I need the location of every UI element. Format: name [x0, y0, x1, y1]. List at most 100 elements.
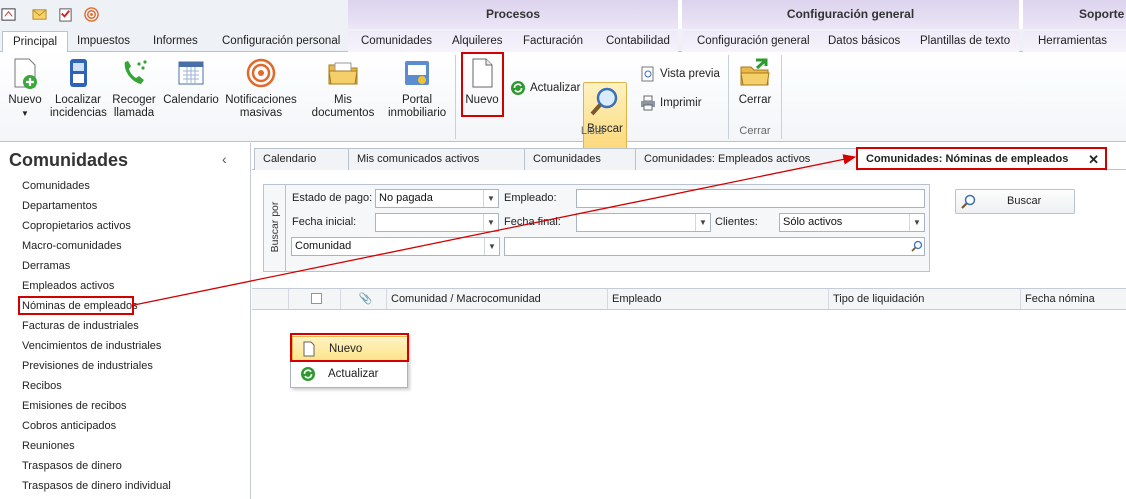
portal-label: Portal inmobiliario — [388, 94, 447, 119]
dropdown-arrow-icon: ▼ — [909, 214, 924, 231]
column-tipo-liquidacion[interactable]: Tipo de liquidación — [828, 289, 1020, 309]
buscar-por-label: Buscar por — [264, 185, 286, 271]
fecha-inicial-input[interactable]: ▼ — [375, 213, 499, 232]
document-tabs: Calendario Mis comunicados activos Comun… — [252, 146, 1126, 171]
tab-impuestos[interactable]: Impuestos — [77, 31, 130, 52]
sidebar-item-departamentos[interactable]: Departamentos — [22, 200, 97, 212]
close-icon[interactable]: ✕ — [1088, 149, 1099, 170]
tasks-icon[interactable] — [58, 7, 73, 22]
sidebar-item-reuniones[interactable]: Reuniones — [22, 440, 75, 452]
sidebar-item-cobros[interactable]: Cobros anticipados — [22, 420, 116, 432]
broadcast-icon[interactable] — [84, 7, 99, 22]
sidebar-item-emisiones[interactable]: Emisiones de recibos — [22, 400, 127, 412]
attachment-column[interactable]: 📎 — [340, 289, 386, 309]
sidebar-item-traspasos-individual[interactable]: Traspasos de dinero individual — [22, 480, 171, 492]
sidebar-item-nominas[interactable]: Nóminas de empleados — [22, 300, 138, 312]
portal-inmobiliario-button[interactable]: Portal inmobiliario — [388, 56, 446, 120]
phone-book-icon — [70, 59, 87, 87]
folder-icon — [328, 62, 358, 85]
sidebar-item-comunidades[interactable]: Comunidades — [22, 180, 90, 192]
context-menu-actualizar-label: Actualizar — [328, 368, 379, 380]
estado-pago-label: Estado de pago: — [292, 192, 373, 204]
calendario-button[interactable]: Calendario — [163, 56, 219, 107]
fecha-final-input[interactable]: ▼ — [576, 213, 711, 232]
context-menu-nuevo[interactable]: Nuevo — [292, 336, 408, 361]
notificaciones-masivas-button[interactable]: Notificaciones masivas — [224, 56, 298, 120]
sidebar-item-traspasos[interactable]: Traspasos de dinero — [22, 460, 122, 472]
doctab-empleados-activos[interactable]: Comunidades: Empleados activos — [635, 148, 857, 170]
ribbon-tabs: Principal Impuestos Informes Configuraci… — [0, 29, 1126, 53]
vista-previa-button[interactable]: Vista previa — [640, 66, 720, 82]
preview-icon — [641, 66, 654, 82]
tab-plantillas[interactable]: Plantillas de texto — [920, 31, 1010, 52]
ribbon: Nuevo ▼ Localizar incidencias Recoger lla… — [0, 52, 1126, 150]
sidebar-item-vencimientos[interactable]: Vencimientos de industriales — [22, 340, 161, 352]
column-fecha-nomina[interactable]: Fecha nómina — [1020, 289, 1126, 309]
clientes-label: Clientes: — [715, 216, 758, 228]
group-cerrar-label: Cerrar — [739, 125, 771, 137]
calendar-icon — [178, 61, 204, 85]
sidebar-item-copropietarios[interactable]: Copropietarios activos — [22, 220, 131, 232]
phone-call-icon — [124, 60, 147, 84]
localizar-incidencias-button[interactable]: Localizar incidencias — [50, 56, 107, 120]
ribbon-separator — [455, 55, 456, 139]
group-configuracion: Configuración general — [682, 0, 1019, 29]
grid-header: 📎 Comunidad / Macrocomunidad Empleado Ti… — [252, 288, 1126, 310]
search-icon — [961, 194, 976, 209]
doctab-calendario[interactable]: Calendario — [254, 148, 352, 170]
tab-configuracion-general-label: Configuración general — [697, 35, 810, 47]
clientes-select[interactable]: Sólo activos ▼ — [779, 213, 925, 232]
sidebar-item-empleados-activos[interactable]: Empleados activos — [22, 280, 114, 292]
actualizar-button[interactable]: Actualizar — [510, 80, 581, 96]
group-soporte: Soporte — [1023, 0, 1126, 29]
select-all-checkbox-column[interactable] — [288, 289, 340, 309]
comunidad-select[interactable]: Comunidad ▼ — [291, 237, 500, 256]
mis-documentos-button[interactable]: Mis documentos — [302, 56, 384, 120]
tab-datos-basicos[interactable]: Datos básicos — [828, 31, 900, 52]
column-empleado[interactable]: Empleado — [607, 289, 828, 309]
context-menu-actualizar[interactable]: Actualizar — [292, 362, 408, 387]
doctab-nominas[interactable]: Comunidades: Nóminas de empleados ✕ — [857, 148, 1107, 171]
filter-panel: Buscar por Estado de pago: No pagada ▼ Em… — [263, 184, 930, 272]
sidebar-item-facturas[interactable]: Facturas de industriales — [22, 320, 139, 332]
context-menu-nuevo-label: Nuevo — [329, 343, 363, 355]
fecha-final-label: Fecha final: — [504, 216, 561, 228]
tab-configuracion-personal[interactable]: Configuración personal — [222, 31, 340, 52]
imprimir-button[interactable]: Imprimir — [640, 95, 702, 111]
filter-search-button[interactable]: Buscar — [955, 189, 1075, 214]
sidebar-item-previsiones[interactable]: Previsiones de industriales — [22, 360, 153, 372]
nuevo-button[interactable]: Nuevo ▼ — [4, 56, 46, 120]
tab-herramientas-label: Herramientas — [1038, 35, 1108, 47]
comunidad-search-input[interactable] — [504, 237, 925, 256]
refresh-icon — [301, 367, 315, 381]
grid-indicator-column — [252, 289, 288, 309]
doctab-comunicados[interactable]: Mis comunicados activos — [348, 148, 526, 170]
app-icon[interactable] — [1, 7, 16, 22]
mail-icon[interactable] — [32, 7, 47, 22]
estado-pago-select[interactable]: No pagada ▼ — [375, 189, 499, 208]
select-all-checkbox[interactable] — [311, 293, 322, 304]
recoger-llamada-button[interactable]: Recoger llamada — [110, 56, 158, 120]
sidebar-item-derramas[interactable]: Derramas — [22, 260, 70, 272]
doctab-comunidades[interactable]: Comunidades — [524, 148, 636, 170]
tab-facturacion[interactable]: Facturación — [523, 31, 583, 52]
sidebar-item-recibos[interactable]: Recibos — [22, 380, 62, 392]
buscar-button[interactable]: Buscar — [583, 82, 627, 150]
close-folder-icon — [740, 58, 770, 86]
empleado-input[interactable] — [576, 189, 925, 208]
context-menu: Nuevo Actualizar — [290, 333, 408, 388]
tab-alquileres[interactable]: Alquileres — [452, 31, 503, 52]
fecha-inicial-label: Fecha inicial: — [292, 216, 357, 228]
nuevo-document-button[interactable]: Nuevo — [463, 56, 501, 107]
sidebar-item-macro-comunidades[interactable]: Macro-comunidades — [22, 240, 122, 252]
tab-herramientas[interactable]: Herramientas — [1023, 31, 1126, 52]
tab-informes[interactable]: Informes — [153, 31, 198, 52]
column-comunidad[interactable]: Comunidad / Macrocomunidad — [386, 289, 607, 309]
tab-contabilidad[interactable]: Contabilidad — [606, 31, 670, 52]
magnifier-icon — [590, 87, 618, 116]
cerrar-button[interactable]: Cerrar — [735, 56, 775, 107]
search-icon[interactable] — [909, 238, 924, 255]
comunidad-value: Comunidad — [295, 240, 352, 252]
tab-principal[interactable]: Principal — [2, 31, 69, 53]
chevron-left-icon[interactable]: ‹ — [222, 151, 227, 167]
